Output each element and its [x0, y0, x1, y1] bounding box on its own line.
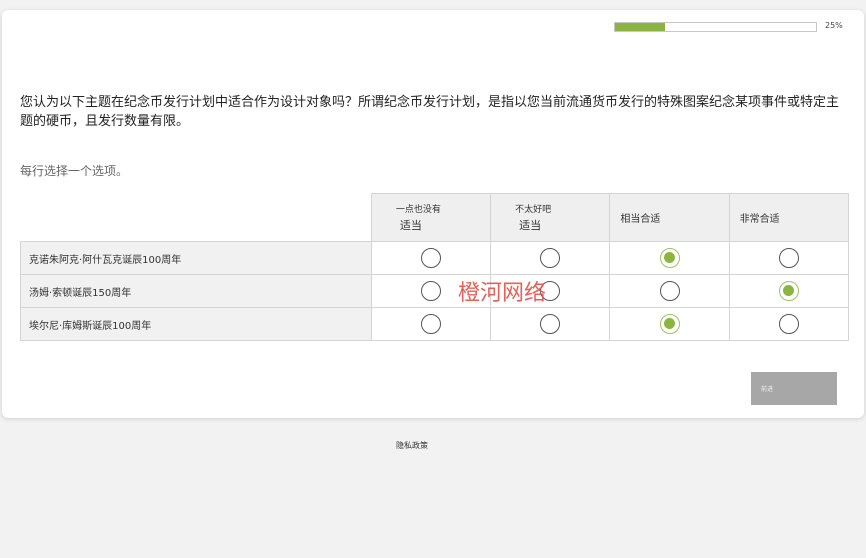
matrix-question-grid: 一点也没有 适当 不太好吧 适当 相当合适 非常合适 克诺朱阿克·阿什瓦克诞辰1… — [20, 193, 850, 341]
radio-button[interactable] — [540, 314, 561, 334]
radio-button[interactable] — [420, 248, 441, 268]
row-label: 克诺朱阿克·阿什瓦克诞辰100周年 — [20, 241, 372, 275]
next-button[interactable]: 前进 — [751, 372, 837, 405]
column-header-line2: 适当 — [519, 218, 542, 232]
answer-cell — [490, 274, 611, 308]
row-label: 汤姆·索顿诞辰150周年 — [20, 274, 372, 308]
answer-cell — [609, 241, 730, 275]
privacy-policy-link[interactable]: 隐私政策 — [396, 440, 428, 451]
answer-cell — [370, 241, 492, 275]
survey-card: 25% 您认为以下主题在纪念币发行计划中适合作为设计对象吗？所谓纪念币发行计划，… — [2, 10, 864, 418]
column-header-not-at-all: 一点也没有 适当 — [370, 193, 492, 242]
column-header-line2: 适当 — [399, 218, 422, 232]
answer-cell — [370, 274, 492, 308]
answer-cell — [609, 274, 730, 308]
progress-bar — [614, 22, 817, 32]
table-row: 埃尔尼·库姆斯诞辰100周年 — [20, 307, 850, 341]
radio-button[interactable] — [778, 314, 799, 334]
radio-button[interactable] — [778, 281, 799, 301]
question-text: 您认为以下主题在纪念币发行计划中适合作为设计对象吗？所谓纪念币发行计划，是指以您… — [20, 95, 840, 129]
answer-cell — [490, 241, 611, 275]
column-header-not-very: 不太好吧 适当 — [490, 193, 611, 242]
radio-button[interactable] — [659, 248, 680, 268]
table-row: 汤姆·索顿诞辰150周年 — [20, 274, 850, 308]
table-row: 克诺朱阿克·阿什瓦克诞辰100周年 — [20, 241, 850, 275]
radio-button[interactable] — [659, 314, 680, 334]
row-label: 埃尔尼·库姆斯诞辰100周年 — [20, 307, 372, 341]
radio-button[interactable] — [540, 281, 561, 301]
answer-cell — [728, 274, 850, 308]
radio-button[interactable] — [778, 248, 799, 268]
column-header-fairly: 相当合适 — [609, 193, 730, 242]
progress-fill — [615, 23, 666, 31]
radio-button[interactable] — [420, 281, 441, 301]
radio-button[interactable] — [420, 314, 441, 334]
answer-cell — [728, 241, 850, 275]
answer-cell — [609, 307, 730, 341]
answer-cell — [490, 307, 611, 341]
instruction-text: 每行选择一个选项。 — [20, 164, 129, 178]
radio-button[interactable] — [540, 248, 561, 268]
column-header-very: 非常合适 — [728, 193, 850, 242]
answer-cell — [370, 307, 492, 341]
answer-cell — [728, 307, 850, 341]
grid-header-row: 一点也没有 适当 不太好吧 适当 相当合适 非常合适 — [20, 193, 850, 242]
column-header-line1: 一点也没有 — [395, 204, 441, 215]
column-header-line1: 不太好吧 — [515, 204, 552, 215]
grid-body: 克诺朱阿克·阿什瓦克诞辰100周年 汤姆·索顿诞辰150周年 埃尔尼·库姆斯诞辰… — [20, 241, 850, 341]
radio-button[interactable] — [659, 281, 680, 301]
progress-percent: 25% — [825, 21, 843, 30]
grid-corner — [20, 193, 372, 242]
